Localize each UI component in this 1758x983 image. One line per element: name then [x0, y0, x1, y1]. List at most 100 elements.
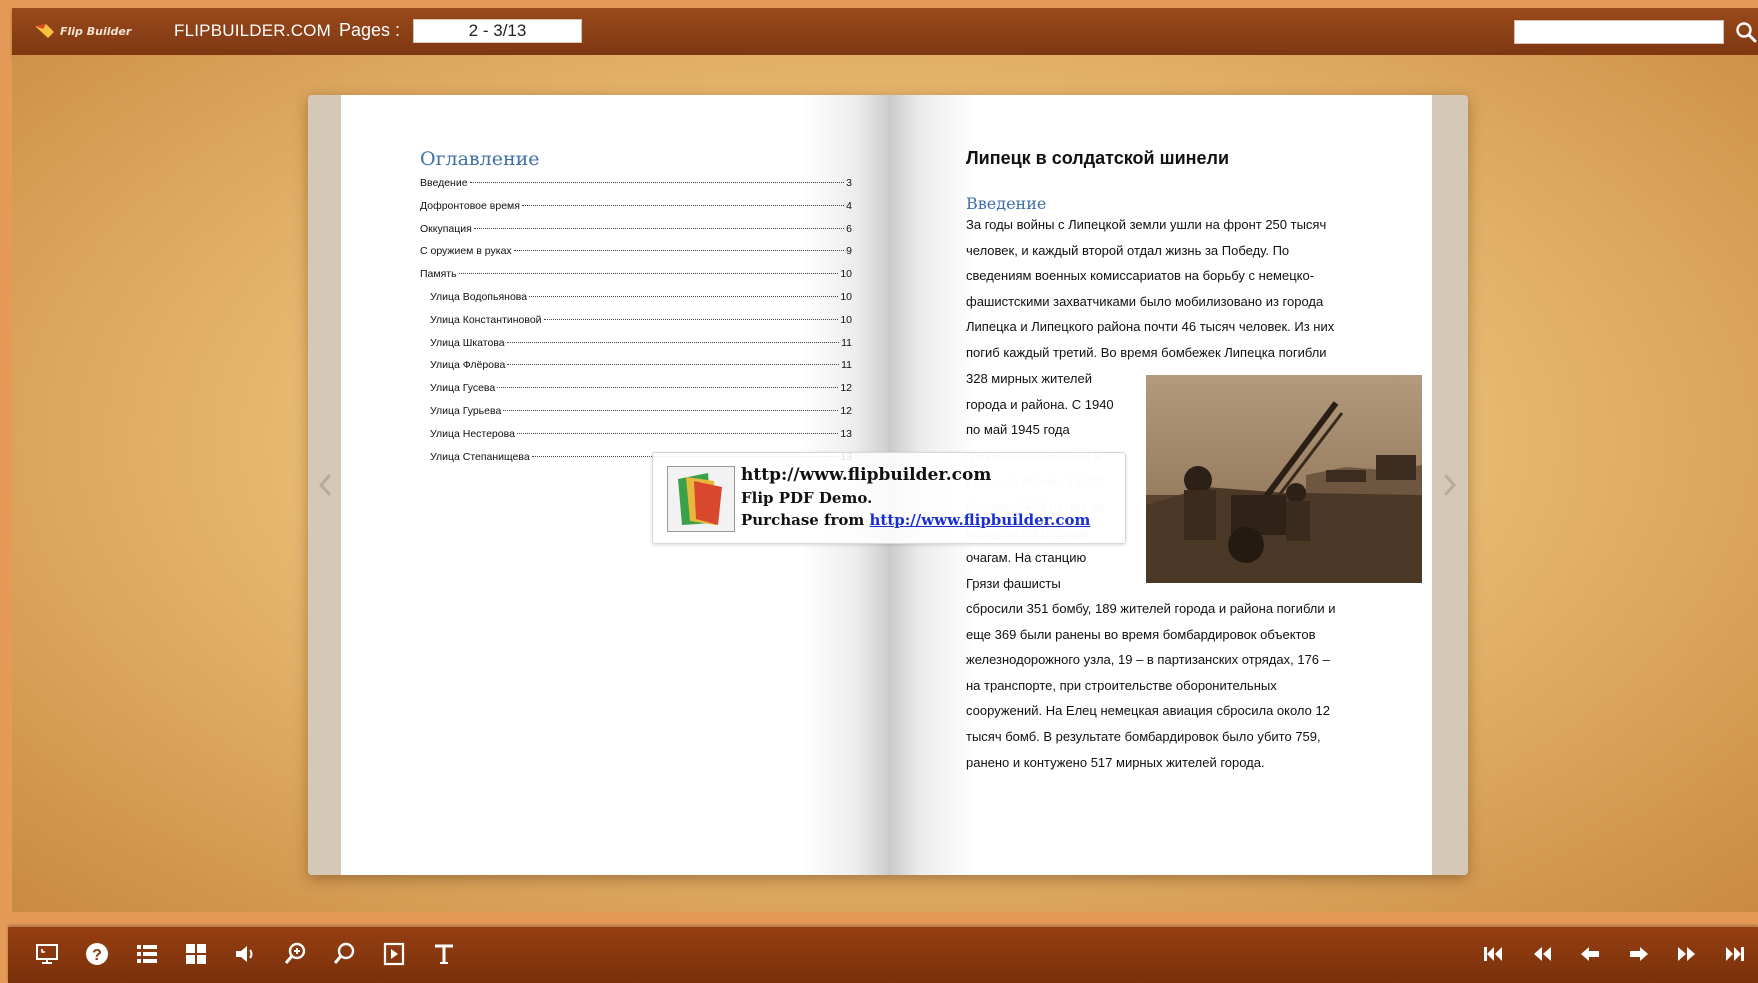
logo-icon — [35, 24, 54, 38]
previous-icon — [1581, 947, 1599, 961]
page-number-input[interactable]: 2 - 3/13 — [413, 19, 582, 43]
page-title: Липецк в солдатской шинели — [966, 148, 1230, 168]
body-text-line: ранено и контужено 517 мирных жителей го… — [966, 754, 1265, 770]
toc-entry[interactable]: Улица Флёрова 11 — [420, 359, 852, 382]
toc-entry-page: 12 — [840, 404, 852, 417]
toc-entry[interactable]: Дофронтовое время 4 — [420, 200, 852, 223]
purchase-prefix: Purchase from — [741, 511, 870, 529]
toc-entry-page: 6 — [846, 222, 852, 235]
toc-heading: Оглавление — [420, 148, 540, 170]
toc-leader-dots — [497, 387, 839, 389]
toc-entry-title: Улица Константиновой — [430, 313, 542, 326]
toc-entry-page: 12 — [840, 382, 852, 395]
toc-entry-title: Оккупация — [420, 222, 472, 235]
fullscreen-icon — [36, 944, 58, 964]
text-icon — [435, 944, 453, 964]
body-text-line: Грязи фашисты — [966, 575, 1061, 591]
body-text-line: еще 369 были ранены во время бомбардиров… — [966, 626, 1316, 642]
next-page-icon — [1678, 947, 1695, 961]
section-heading: Введение — [966, 194, 1047, 213]
toc-entry[interactable]: Улица Константиновой 10 — [420, 314, 852, 337]
body-text-line: сбросили 351 бомбу, 189 жителей города и… — [966, 601, 1336, 616]
toc-entry-title: Дофронтовое время — [420, 199, 520, 212]
first-page-button[interactable] — [1478, 939, 1508, 969]
previous-page-icon — [1534, 947, 1551, 961]
autoplay-button[interactable] — [379, 939, 409, 969]
body-text-line: очагам. На станцию — [966, 550, 1087, 565]
table-of-contents: Введение 3 Дофронтовое время 4 Оккупация 6 С о… — [420, 177, 852, 473]
watermark-purchase-text: Purchase from http://www.flipbuilder.com — [741, 511, 1090, 529]
toc-entry-title: С оружием в руках — [420, 245, 512, 258]
toc-leader-dots — [521, 204, 845, 206]
next-button[interactable] — [1624, 939, 1654, 969]
help-button[interactable]: ? — [82, 939, 112, 969]
help-icon: ? — [86, 943, 108, 965]
toc-entry-page: 11 — [841, 336, 852, 349]
toc-entry-title: Улица Степанищева — [430, 450, 530, 463]
body-text-line: человек, и каждый второй отдал жизнь за … — [966, 242, 1290, 258]
toc-entry[interactable]: Оккупация 6 — [420, 223, 852, 246]
previous-double-button[interactable] — [1527, 939, 1557, 969]
body-text-line: тысяч бомб. В результате бомбардировок б… — [966, 729, 1321, 744]
toc-leader-dots — [458, 273, 839, 275]
search-button[interactable] — [329, 939, 359, 969]
next-double-button[interactable] — [1672, 939, 1702, 969]
site-link[interactable]: FLIPBUILDER.COM — [174, 21, 331, 41]
last-page-button[interactable] — [1720, 939, 1750, 969]
previous-page-arrow-icon[interactable] — [315, 470, 337, 500]
thumbnails-button[interactable] — [181, 939, 211, 969]
toc-entry-page: 4 — [846, 199, 852, 212]
flipbook-viewer: Flip Builder FLIPBUILDER.COM Pages : 2 -… — [0, 0, 1758, 983]
search-icon[interactable] — [1734, 20, 1758, 44]
toc-entry-title: Улица Флёрова — [430, 359, 506, 372]
toc-entry[interactable]: Введение 3 — [420, 177, 852, 200]
table-of-contents-icon — [137, 945, 157, 963]
fullscreen-button[interactable] — [32, 939, 62, 969]
next-icon — [1630, 947, 1648, 961]
body-text-line: фашистскими захватчиками было мобилизова… — [966, 293, 1324, 309]
toc-entry[interactable]: С оружием в руках 9 — [420, 245, 852, 268]
body-text-line: по май 1945 года — [966, 422, 1070, 438]
zoom-in-button[interactable] — [280, 939, 310, 969]
top-toolbar: Flip Builder FLIPBUILDER.COM Pages : 2 -… — [12, 8, 1758, 55]
toc-leader-dots — [516, 432, 839, 434]
text-mode-button[interactable] — [429, 939, 459, 969]
toc-leader-dots — [506, 341, 840, 343]
toc-leader-dots — [513, 250, 845, 252]
anti-aircraft-gun-image — [1146, 375, 1422, 583]
toc-entry-page: 10 — [840, 313, 852, 326]
toc-leader-dots — [503, 409, 839, 411]
toc-entry-page: 3 — [846, 177, 852, 189]
toc-leader-dots — [543, 318, 839, 320]
toc-entry[interactable]: Улица Гусева 12 — [420, 382, 852, 405]
toc-entry[interactable]: Улица Водопьянова 10 — [420, 291, 852, 314]
toc-entry-page: 10 — [840, 268, 852, 281]
search-text-icon — [333, 942, 355, 964]
watermark-demo-text: Flip PDF Demo. — [741, 489, 873, 507]
toc-entry[interactable]: Улица Шкатова 11 — [420, 337, 852, 360]
toc-entry[interactable]: Улица Нестерова 13 — [420, 428, 852, 451]
search-input[interactable] — [1514, 20, 1724, 44]
flipbuilder-logo[interactable]: Flip Builder — [34, 21, 131, 41]
toc-entry[interactable]: Память 10 — [420, 268, 852, 291]
sound-button[interactable] — [230, 939, 260, 969]
body-text-line: За годы войны с Липецкой земли ушли на ф… — [966, 217, 1327, 232]
purchase-link[interactable]: http://www.flipbuilder.com — [870, 511, 1091, 529]
toc-entry-title: Память — [420, 268, 457, 281]
body-text-line: сведениям военных комиссариатов на борьб… — [966, 268, 1315, 284]
watermark-url: http://www.flipbuilder.com — [741, 465, 992, 485]
table-of-contents-button[interactable] — [132, 939, 162, 969]
thumbnails-icon — [186, 944, 206, 964]
toc-entry-title: Введение — [420, 177, 468, 189]
first-page-icon — [1484, 947, 1502, 961]
toc-entry[interactable]: Улица Гурьева 12 — [420, 405, 852, 428]
body-text-line: 328 мирных жителей — [966, 371, 1093, 386]
body-text-line: Липецка и Липецкого района почти 46 тыся… — [966, 319, 1335, 335]
body-text-line: на транспорте, при строительстве оборони… — [966, 677, 1277, 693]
pages-label: Pages : — [339, 20, 401, 40]
toc-entry-page: 10 — [840, 290, 852, 303]
war-photo — [1146, 375, 1422, 583]
next-page-arrow-icon[interactable] — [1438, 470, 1460, 500]
demo-watermark: http://www.flipbuilder.com Flip PDF Demo… — [652, 452, 1126, 544]
previous-button[interactable] — [1575, 939, 1605, 969]
